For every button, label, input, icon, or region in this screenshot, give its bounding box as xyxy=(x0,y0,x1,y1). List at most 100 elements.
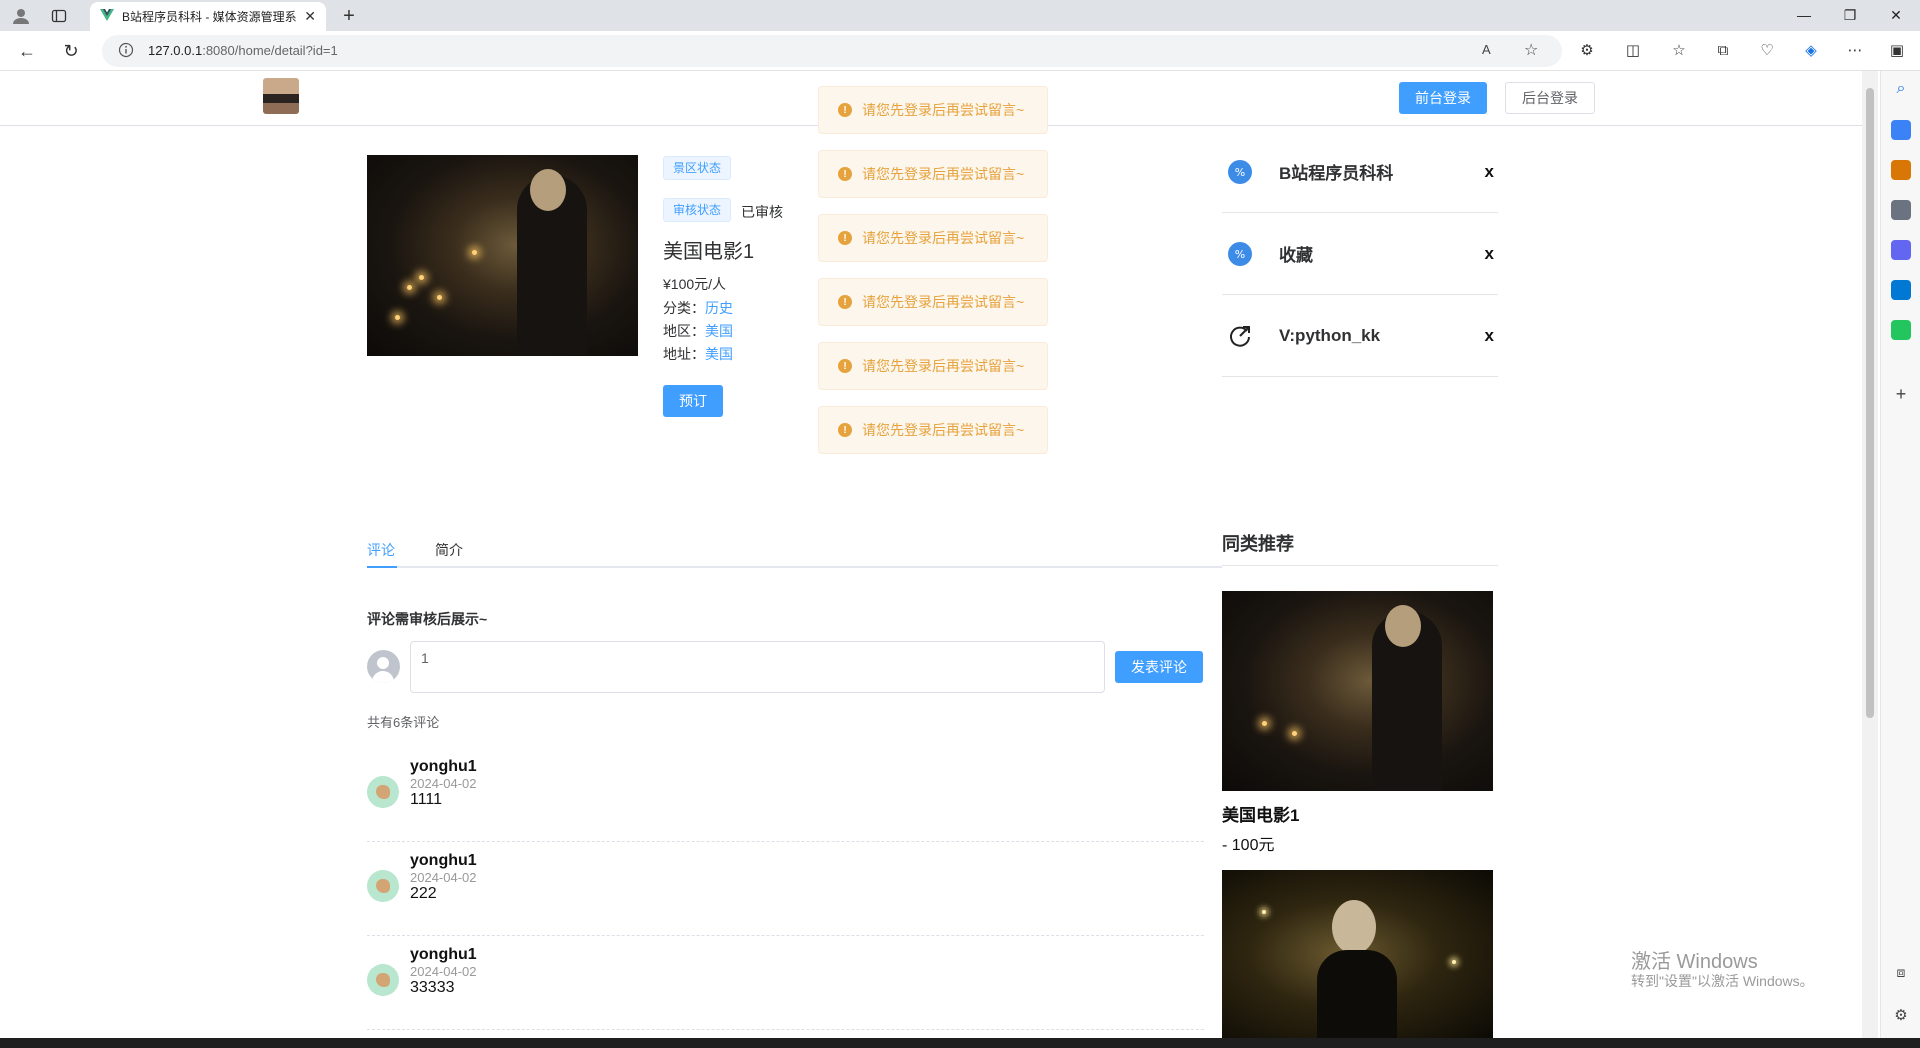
more-menu-icon[interactable]: ⋯ xyxy=(1842,38,1868,64)
add-icon[interactable]: + xyxy=(1891,384,1911,404)
comment-date: 2024-04-02 xyxy=(410,870,477,885)
browser-essentials-icon[interactable]: ♡ xyxy=(1754,38,1780,64)
comment-input[interactable] xyxy=(410,641,1105,693)
commenter-avatar xyxy=(367,964,399,996)
toast-message: 请您先登录后再尝试留言~ xyxy=(862,294,1025,310)
recommend-image[interactable] xyxy=(1222,870,1493,1038)
windows-taskbar xyxy=(0,1038,1920,1048)
tab-intro[interactable]: 简介 xyxy=(435,540,463,560)
warning-toast: ! 请您先登录后再尝试留言~ xyxy=(818,214,1048,262)
windows-activation-title: 激活 Windows xyxy=(1631,951,1758,973)
side-item-wechat[interactable]: V:python_kk x xyxy=(1222,295,1498,377)
post-comment-button[interactable]: 发表评论 xyxy=(1115,651,1203,683)
side-item-favorites[interactable]: % 收藏 x xyxy=(1222,213,1498,295)
product-poster xyxy=(367,155,638,356)
page-scrollbar[interactable] xyxy=(1862,71,1878,1038)
tools-icon[interactable] xyxy=(1891,160,1911,180)
tab-title: B站程序员科科 - 媒体资源管理系 xyxy=(122,10,297,24)
book-button[interactable]: 预订 xyxy=(663,385,723,417)
active-tab-indicator xyxy=(367,566,397,568)
split-screen-icon[interactable]: ◫ xyxy=(1620,38,1646,64)
audit-status-value: 已审核 xyxy=(741,204,783,220)
warning-icon: ! xyxy=(838,231,852,245)
shopping-tag-icon[interactable] xyxy=(1891,120,1911,140)
product-category: 分类：历史 xyxy=(663,298,733,318)
product-address: 地址：美国 xyxy=(663,344,733,364)
recommend-image[interactable] xyxy=(1222,591,1493,791)
comment-hint: 评论需审核后展示~ xyxy=(367,611,488,627)
favorite-star-icon[interactable]: ☆ xyxy=(1524,40,1538,60)
tab-actions-icon[interactable] xyxy=(48,5,70,27)
url-text: 127.0.0.1:8080/home/detail?id=1 xyxy=(148,43,338,58)
svg-text:%: % xyxy=(1235,166,1245,179)
comment-text: 1111 xyxy=(410,791,443,808)
office-icon[interactable] xyxy=(1891,240,1911,260)
restore-icon[interactable]: ❐ xyxy=(1830,4,1870,26)
front-login-button[interactable]: 前台登录 xyxy=(1399,82,1487,114)
tab-comment[interactable]: 评论 xyxy=(367,540,395,560)
recommend-divider xyxy=(1222,565,1498,566)
browser-tab-active[interactable]: B站程序员科科 - 媒体资源管理系 ✕ xyxy=(90,2,326,31)
windows-activation-subtitle: 转到"设置"以激活 Windows。 xyxy=(1631,973,1814,989)
address-label: 地址： xyxy=(663,346,705,362)
favorites-icon[interactable]: ☆ xyxy=(1666,38,1692,64)
window-close-icon[interactable]: ✕ xyxy=(1876,4,1916,26)
read-aloud-icon[interactable]: A xyxy=(1482,42,1491,57)
warning-toast: ! 请您先登录后再尝试留言~ xyxy=(818,150,1048,198)
comment-count: 共有6条评论 xyxy=(367,715,440,730)
search-icon[interactable]: ⌕ xyxy=(1891,80,1911,100)
warning-toast: ! 请您先登录后再尝试留言~ xyxy=(818,342,1048,390)
tab-close-icon[interactable]: ✕ xyxy=(304,8,316,25)
collections-icon[interactable]: ⧉ xyxy=(1710,38,1736,64)
warning-icon: ! xyxy=(838,167,852,181)
back-login-button[interactable]: 后台登录 xyxy=(1505,82,1595,114)
side-item-close[interactable]: x xyxy=(1485,244,1494,264)
warning-toast: ! 请您先登录后再尝试留言~ xyxy=(818,86,1048,134)
comment-date: 2024-04-02 xyxy=(410,776,477,791)
category-link[interactable]: 历史 xyxy=(705,300,733,316)
comment-text: 222 xyxy=(410,885,437,902)
commenter-avatar xyxy=(367,776,399,808)
toast-message: 请您先登录后再尝试留言~ xyxy=(862,166,1025,182)
address-bar[interactable]: 127.0.0.1:8080/home/detail?id=1 A ☆ xyxy=(102,35,1562,67)
side-item-close[interactable]: x xyxy=(1485,326,1494,346)
region-label: 地区： xyxy=(663,323,705,339)
recommend-name[interactable]: 美国电影1 xyxy=(1222,801,1299,826)
extensions-icon[interactable]: ⚙ xyxy=(1574,38,1600,64)
scrollbar-thumb[interactable] xyxy=(1866,88,1874,718)
side-item-bilibili[interactable]: % B站程序员科科 x xyxy=(1222,131,1498,213)
side-item-label: 收藏 xyxy=(1279,246,1313,265)
back-icon[interactable]: ← xyxy=(14,38,40,64)
warning-icon: ! xyxy=(838,295,852,309)
screenshot-icon[interactable]: ⧈ xyxy=(1891,964,1911,984)
address-link[interactable]: 美国 xyxy=(705,346,733,362)
refresh-icon[interactable]: ↻ xyxy=(58,38,84,64)
toast-message: 请您先登录后再尝试留言~ xyxy=(862,422,1025,438)
warning-toast: ! 请您先登录后再尝试留言~ xyxy=(818,278,1048,326)
warning-icon: ! xyxy=(838,359,852,373)
minimize-icon[interactable]: — xyxy=(1784,4,1824,26)
url-path: :8080/home/detail?id=1 xyxy=(202,43,338,58)
games-icon[interactable] xyxy=(1891,200,1911,220)
recommend-price: - 100元 xyxy=(1222,837,1275,854)
site-logo[interactable] xyxy=(263,78,299,114)
comment-user: yonghu1 xyxy=(410,758,477,775)
detail-tabs: 评论 简介 xyxy=(367,530,1222,568)
region-link[interactable]: 美国 xyxy=(705,323,733,339)
info-icon[interactable] xyxy=(118,42,134,63)
toast-message: 请您先登录后再尝试留言~ xyxy=(862,230,1025,246)
comment-date: 2024-04-02 xyxy=(410,964,477,979)
category-label: 分类： xyxy=(663,300,705,316)
svg-text:%: % xyxy=(1235,248,1245,261)
new-tab-icon[interactable]: + xyxy=(338,5,360,27)
send-icon[interactable] xyxy=(1891,320,1911,340)
copilot-icon[interactable]: ◈ xyxy=(1798,38,1824,64)
profile-icon[interactable] xyxy=(10,5,32,27)
outlook-icon[interactable] xyxy=(1891,280,1911,300)
comment-item: yonghu1 2024-04-02 33333 xyxy=(367,936,1204,1030)
comment-user: yonghu1 xyxy=(410,946,477,963)
sidebar-toggle-icon[interactable]: ▣ xyxy=(1884,38,1910,64)
settings-gear-icon[interactable]: ⚙ xyxy=(1891,1006,1911,1026)
side-item-close[interactable]: x xyxy=(1485,162,1494,182)
comment-item: yonghu1 2024-04-02 222 xyxy=(367,842,1204,936)
